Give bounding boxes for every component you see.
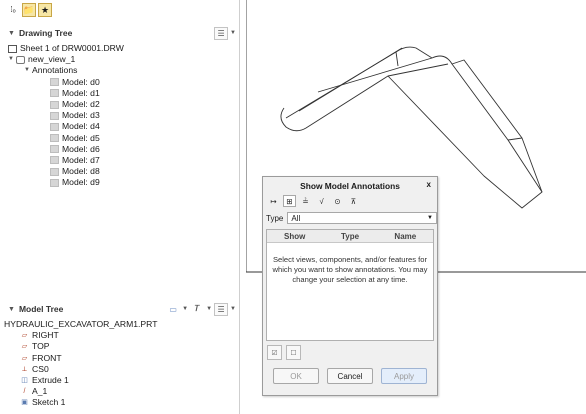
datum-plane-icon: ▱ <box>21 332 28 340</box>
tree-filter-icon[interactable]: 𝑇 <box>190 303 204 316</box>
collapse-icon[interactable]: ▼ <box>8 30 15 37</box>
cancel-button[interactable]: Cancel <box>327 368 373 384</box>
tree-item-dimension[interactable]: Model: d2 <box>0 99 240 110</box>
tree-item-dimension[interactable]: Model: d5 <box>0 133 240 144</box>
folder-browser-tab-icon[interactable]: 📁 <box>22 3 36 17</box>
tree-item-datum[interactable]: ▱ FRONT <box>0 353 240 364</box>
tree-item-feature[interactable]: ◫ Extrude 1 <box>0 375 240 386</box>
dimension-icon <box>50 167 59 176</box>
symbol-tab-icon[interactable]: ⊙ <box>331 195 344 207</box>
deselect-all-icon[interactable]: ☐ <box>286 345 301 360</box>
tree-item-dimension[interactable]: Model: d0 <box>0 77 240 88</box>
left-panel: ⁞ₒ 📁 ★ ▼ Drawing Tree ☰ ▼ Sheet 1 of DRW… <box>0 0 240 414</box>
dimension-icon <box>50 178 59 187</box>
ok-button[interactable]: OK <box>273 368 319 384</box>
model-tree-header[interactable]: ▼ Model Tree ▭ ▼ 𝑇 ▼ ☰ ▼ <box>0 300 240 318</box>
show-model-annotations-dialog: Show Model Annotations x ↦ ⊞ ≟ √ ⊙ ⊼ Typ… <box>262 176 438 396</box>
favorites-tab-icon[interactable]: ★ <box>38 3 52 17</box>
close-icon[interactable]: x <box>427 180 431 189</box>
datum-plane-icon: ▱ <box>21 343 28 351</box>
tree-item-part[interactable]: HYDRAULIC_EXCAVATOR_ARM1.PRT <box>0 319 240 330</box>
arm-bend-edge <box>387 63 449 77</box>
chevron-down-icon[interactable]: ▼ <box>230 306 236 312</box>
datum-tab-icon[interactable]: ⊼ <box>347 195 360 207</box>
annotation-type-tabs: ↦ ⊞ ≟ √ ⊙ ⊼ <box>263 194 437 208</box>
column-header[interactable]: Name <box>378 232 433 241</box>
tree-item-dimension[interactable]: Model: d8 <box>0 166 240 177</box>
model-tree-title: Model Tree <box>18 304 64 314</box>
surface-finish-tab-icon[interactable]: √ <box>315 195 328 207</box>
table-header: Show Type Name <box>267 230 433 243</box>
dimension-icon <box>50 89 59 98</box>
chevron-down-icon: ▼ <box>427 215 433 221</box>
dimension-icon <box>50 145 59 154</box>
type-label: Type <box>266 213 284 223</box>
selection-buttons: ☑ ☐ <box>263 341 437 363</box>
datum-plane-icon: ▱ <box>21 354 28 362</box>
dimension-icon <box>50 78 59 87</box>
tree-item-view[interactable]: ▼ new_view_1 <box>0 54 240 65</box>
sketch-icon: ▣ <box>21 399 28 407</box>
expand-caret-icon[interactable]: ▼ <box>24 65 32 76</box>
axis-icon: / <box>23 388 26 396</box>
arm-inner-edge <box>298 47 403 112</box>
tree-settings-icon[interactable]: ☰ <box>214 302 229 316</box>
drawing-tree-header[interactable]: ▼ Drawing Tree ☰ ▼ <box>0 24 240 42</box>
empty-table-message: Select views, components, and/or feature… <box>272 255 428 284</box>
dialog-actions: OK Cancel Apply <box>263 363 437 389</box>
arm-edge <box>395 51 399 67</box>
dialog-title: Show Model Annotations <box>300 180 400 191</box>
model-tree-tab-icon[interactable]: ⁞ₒ <box>6 3 20 17</box>
dimension-icon <box>50 100 59 109</box>
chevron-down-icon[interactable]: ▼ <box>182 306 188 312</box>
annotations-table: Show Type Name Select views, components,… <box>266 229 434 341</box>
model-tree: HYDRAULIC_EXCAVATOR_ARM1.PRT ▱ RIGHT ▱ TOP… <box>0 319 240 409</box>
column-header[interactable]: Type <box>322 232 377 241</box>
dimension-icon <box>50 122 59 131</box>
tree-item-axis[interactable]: / A_1 <box>0 386 240 397</box>
chevron-down-icon[interactable]: ▼ <box>230 30 236 36</box>
tree-item-dimension[interactable]: Model: d1 <box>0 88 240 99</box>
dimension-tab-icon[interactable]: ↦ <box>267 195 280 207</box>
view-icon <box>16 55 25 64</box>
expand-caret-icon[interactable]: ▼ <box>8 54 16 65</box>
tree-item-annotations[interactable]: ▼ Annotations <box>0 65 240 76</box>
tree-item-sketch[interactable]: ▣ Sketch 1 <box>0 397 240 408</box>
arm-top-edge <box>285 46 433 119</box>
extrude-icon: ◫ <box>21 376 28 384</box>
select-all-icon[interactable]: ☑ <box>267 345 282 360</box>
dimension-icon <box>50 134 59 143</box>
arm-edge <box>507 137 523 141</box>
tree-settings-icon[interactable]: ☰ <box>214 26 229 40</box>
drawing-tree: Sheet 1 of DRW0001.DRW ▼ new_view_1 ▼ An… <box>0 43 240 188</box>
apply-button[interactable]: Apply <box>381 368 427 384</box>
note-tab-icon[interactable]: ≟ <box>299 195 312 207</box>
dialog-title-bar[interactable]: Show Model Annotations x <box>263 177 437 194</box>
navigator-tabs: ⁞ₒ 📁 ★ <box>0 0 240 22</box>
tree-item-dimension[interactable]: Model: d4 <box>0 121 240 132</box>
chevron-down-icon[interactable]: ▼ <box>206 306 212 312</box>
column-header[interactable]: Show <box>267 232 322 241</box>
tree-item-dimension[interactable]: Model: d9 <box>0 177 240 188</box>
drawing-tree-title: Drawing Tree <box>18 28 73 38</box>
gtol-tab-icon[interactable]: ⊞ <box>283 195 296 207</box>
type-select[interactable]: All ▼ <box>287 212 437 224</box>
type-row: Type All ▼ <box>263 211 437 225</box>
collapse-icon[interactable]: ▼ <box>8 306 15 313</box>
tree-item-dimension[interactable]: Model: d6 <box>0 144 240 155</box>
dimension-icon <box>50 111 59 120</box>
dimension-icon <box>50 156 59 165</box>
sheet-icon <box>8 44 17 53</box>
tree-item-csys[interactable]: ⟂ CS0 <box>0 364 240 375</box>
tree-item-datum[interactable]: ▱ TOP <box>0 341 240 352</box>
coordinate-system-icon: ⟂ <box>22 365 27 373</box>
model-selector-icon[interactable]: ▭ <box>166 303 180 316</box>
tree-item-datum[interactable]: ▱ RIGHT <box>0 330 240 341</box>
tree-item-sheet[interactable]: Sheet 1 of DRW0001.DRW <box>0 43 240 54</box>
arm-side-edge <box>451 59 543 193</box>
tree-item-dimension[interactable]: Model: d7 <box>0 155 240 166</box>
tree-item-dimension[interactable]: Model: d3 <box>0 110 240 121</box>
